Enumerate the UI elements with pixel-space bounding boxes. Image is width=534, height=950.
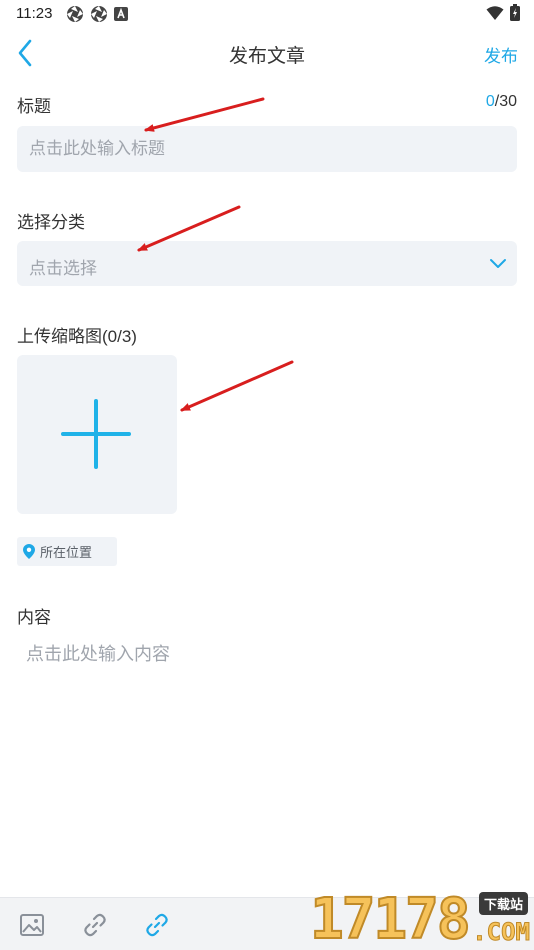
insert-link-active-button[interactable] xyxy=(142,910,172,940)
site-watermark: 17178 下载站 .COM xyxy=(309,887,534,950)
thumbnail-upload-button[interactable] xyxy=(17,355,177,514)
aperture-icon xyxy=(91,6,107,22)
plus-icon xyxy=(61,399,131,469)
watermark-tag: 下载站 xyxy=(478,892,528,915)
watermark-suffix: .COM xyxy=(472,918,531,947)
publish-button[interactable]: 发布 xyxy=(484,42,518,67)
thumbnail-label: 上传缩略图(0/3) xyxy=(17,327,137,346)
content-label: 内容 xyxy=(17,608,51,627)
status-icons-left xyxy=(66,5,128,23)
title-counter-current: 0 xyxy=(485,93,495,110)
wifi-icon xyxy=(486,5,504,20)
font-a-icon xyxy=(114,7,128,21)
location-pin-icon xyxy=(23,544,35,559)
title-counter-total: /30 xyxy=(494,93,517,110)
title-label: 标题 xyxy=(17,97,51,116)
page-title: 发布文章 xyxy=(228,46,305,67)
insert-image-button[interactable] xyxy=(17,910,47,940)
image-icon xyxy=(20,914,44,936)
insert-link-button[interactable] xyxy=(80,910,110,940)
aperture-icon xyxy=(67,6,83,22)
location-button[interactable]: 所在位置 xyxy=(17,537,117,566)
category-select-placeholder: 点击选择 xyxy=(29,259,97,278)
battery-icon xyxy=(510,4,520,21)
category-label: 选择分类 xyxy=(17,213,85,232)
status-time: 11:23 xyxy=(16,5,53,22)
link-icon xyxy=(84,913,106,937)
status-icons-right xyxy=(486,4,520,21)
title-char-counter: 0/30 xyxy=(486,93,517,111)
link-icon xyxy=(146,913,168,937)
content-input[interactable] xyxy=(17,636,517,876)
status-bar: 11:23 xyxy=(0,0,534,28)
watermark-digits: 17178 xyxy=(309,887,472,950)
title-input[interactable] xyxy=(17,126,517,172)
app-header: 发布文章 发布 xyxy=(0,28,534,78)
category-select[interactable]: 点击选择 xyxy=(17,241,517,286)
annotation-arrow xyxy=(180,360,294,412)
chevron-down-icon xyxy=(490,259,506,268)
location-label: 所在位置 xyxy=(40,545,93,560)
